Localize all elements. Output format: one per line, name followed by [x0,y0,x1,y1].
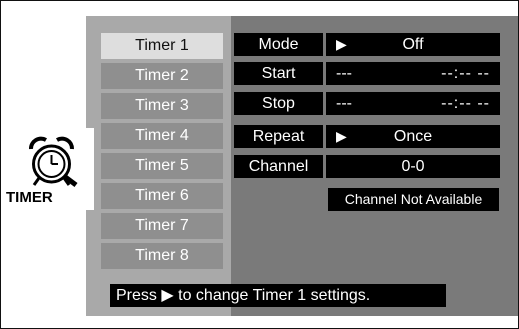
channel-value[interactable]: 0-0 [326,155,500,178]
start-day: --- [336,65,352,82]
start-time: --:-- -- [441,65,490,82]
stop-time: --:-- -- [441,95,490,112]
start-label: Start [234,62,323,85]
help-prefix: Press [116,287,157,304]
stop-day: --- [336,95,352,112]
mode-row[interactable]: Mode ▶ Off [234,33,500,56]
timer-item-3[interactable]: Timer 3 [101,93,223,119]
mode-label: Mode [234,33,323,56]
stop-value[interactable]: --- --:-- -- [326,92,500,115]
help-bar: Press ▶ to change Timer 1 settings. [110,284,446,307]
stop-label: Stop [234,92,323,115]
repeat-value[interactable]: ▶ Once [326,125,500,148]
channel-not-available-notice: Channel Not Available [328,188,499,211]
channel-label: Channel [234,155,323,178]
mode-value[interactable]: ▶ Off [326,33,500,56]
right-arrow-icon: ▶ [161,287,174,304]
start-value[interactable]: --- --:-- -- [326,62,500,85]
mode-value-text: Off [402,36,424,53]
start-row[interactable]: Start --- --:-- -- [234,62,500,85]
channel-row[interactable]: Channel 0-0 [234,155,500,178]
timer-item-7[interactable]: Timer 7 [101,213,223,239]
timer-item-8[interactable]: Timer 8 [101,243,223,269]
repeat-row[interactable]: Repeat ▶ Once [234,125,500,148]
timer-item-1[interactable]: Timer 1 [101,33,223,59]
timer-logo-text: TIMER [6,189,53,206]
help-suffix: to change Timer 1 settings. [178,287,371,304]
repeat-value-text: Once [393,128,433,145]
timer-list: Timer 1 Timer 2 Timer 3 Timer 4 Timer 5 … [101,33,223,273]
channel-value-text: 0-0 [401,158,425,175]
timer-item-4[interactable]: Timer 4 [101,123,223,149]
stop-row[interactable]: Stop --- --:-- -- [234,92,500,115]
timer-item-6[interactable]: Timer 6 [101,183,223,209]
timer-item-5[interactable]: Timer 5 [101,153,223,179]
repeat-label: Repeat [234,125,323,148]
timer-item-2[interactable]: Timer 2 [101,63,223,89]
